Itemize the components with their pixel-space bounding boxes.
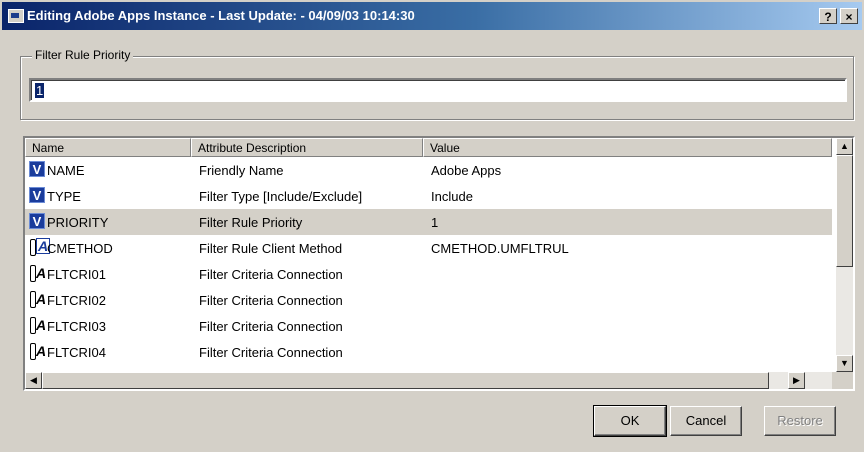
ok-button[interactable]: OK	[593, 405, 667, 437]
variable-icon: V	[29, 187, 45, 203]
title-bar[interactable]: Editing Adobe Apps Instance - Last Updat…	[2, 2, 862, 30]
close-button[interactable]: ×	[840, 8, 858, 24]
row-description: Filter Criteria Connection	[199, 319, 343, 334]
window-title: Editing Adobe Apps Instance - Last Updat…	[27, 8, 415, 23]
attribute-list[interactable]: Name Attribute Description Value V NAME Fr…	[23, 136, 855, 391]
row-description: Filter Rule Client Method	[199, 241, 343, 256]
table-row[interactable]: V TYPE Filter Type [Include/Exclude] Includ…	[25, 183, 832, 209]
row-value: 1	[431, 215, 439, 230]
scrollbar-corner	[832, 372, 853, 389]
scroll-up-button[interactable]: ▲	[836, 138, 853, 155]
row-name: FLTCRI03	[47, 319, 106, 334]
row-value: CMETHOD.UMFLTRUL	[431, 241, 569, 256]
table-row[interactable]: V NAME Friendly Name Adobe Apps	[25, 157, 832, 183]
scroll-down-button[interactable]: ▼	[836, 355, 853, 372]
horizontal-scroll-thumb[interactable]	[42, 372, 769, 389]
priority-input-value: 1	[35, 83, 45, 98]
row-name: PRIORITY	[47, 215, 109, 230]
row-name: CMETHOD	[47, 241, 113, 256]
help-button[interactable]: ?	[819, 8, 837, 24]
horizontal-scrollbar[interactable]: ◀ ▶	[25, 372, 832, 389]
scroll-right-button[interactable]: ▶	[788, 372, 805, 389]
row-value: Adobe Apps	[431, 163, 502, 178]
scroll-left-button[interactable]: ◀	[25, 372, 42, 389]
row-name: FLTCRI01	[47, 267, 106, 282]
group-label: Filter Rule Priority	[32, 48, 134, 62]
row-description: Filter Criteria Connection	[199, 267, 343, 282]
connection-icon: A	[29, 316, 46, 334]
table-row[interactable]: A FLTCRI01 Filter Criteria Connection	[25, 261, 832, 287]
priority-input[interactable]: 1	[29, 78, 847, 102]
vertical-scroll-thumb[interactable]	[836, 155, 853, 267]
variable-icon: V	[29, 161, 45, 177]
method-icon: A	[29, 238, 51, 256]
column-header-description[interactable]: Attribute Description	[191, 138, 423, 157]
dialog-window: Editing Adobe Apps Instance - Last Updat…	[0, 0, 864, 452]
row-value: Include	[431, 189, 473, 204]
row-name: FLTCRI02	[47, 293, 106, 308]
table-row[interactable]: V PRIORITY Filter Rule Priority 1	[25, 209, 832, 235]
connection-icon: A	[29, 264, 46, 282]
connection-icon: A	[29, 290, 46, 308]
variable-icon: V	[29, 213, 45, 229]
row-name: TYPE	[47, 189, 81, 204]
row-description: Filter Type [Include/Exclude]	[199, 189, 363, 204]
cancel-button[interactable]: Cancel	[670, 406, 742, 436]
connection-icon: A	[29, 342, 46, 360]
row-description: Filter Rule Priority	[199, 215, 303, 230]
column-header-name[interactable]: Name	[25, 138, 191, 157]
table-row[interactable]: A FLTCRI02 Filter Criteria Connection	[25, 287, 832, 313]
vertical-scrollbar[interactable]: ▲ ▼	[836, 138, 853, 372]
column-header-value[interactable]: Value	[423, 138, 832, 157]
app-icon[interactable]	[8, 9, 24, 23]
row-name: NAME	[47, 163, 85, 178]
restore-button[interactable]: Restore	[764, 406, 836, 436]
column-headers: Name Attribute Description Value	[25, 138, 832, 157]
row-description: Filter Criteria Connection	[199, 293, 343, 308]
row-description: Friendly Name	[199, 163, 284, 178]
row-name: FLTCRI04	[47, 345, 106, 360]
table-row[interactable]: A FLTCRI04 Filter Criteria Connection	[25, 339, 832, 365]
row-description: Filter Criteria Connection	[199, 345, 343, 360]
table-row[interactable]: A CMETHOD Filter Rule Client Method CMETHOD…	[25, 235, 832, 261]
table-row[interactable]: A FLTCRI03 Filter Criteria Connection	[25, 313, 832, 339]
